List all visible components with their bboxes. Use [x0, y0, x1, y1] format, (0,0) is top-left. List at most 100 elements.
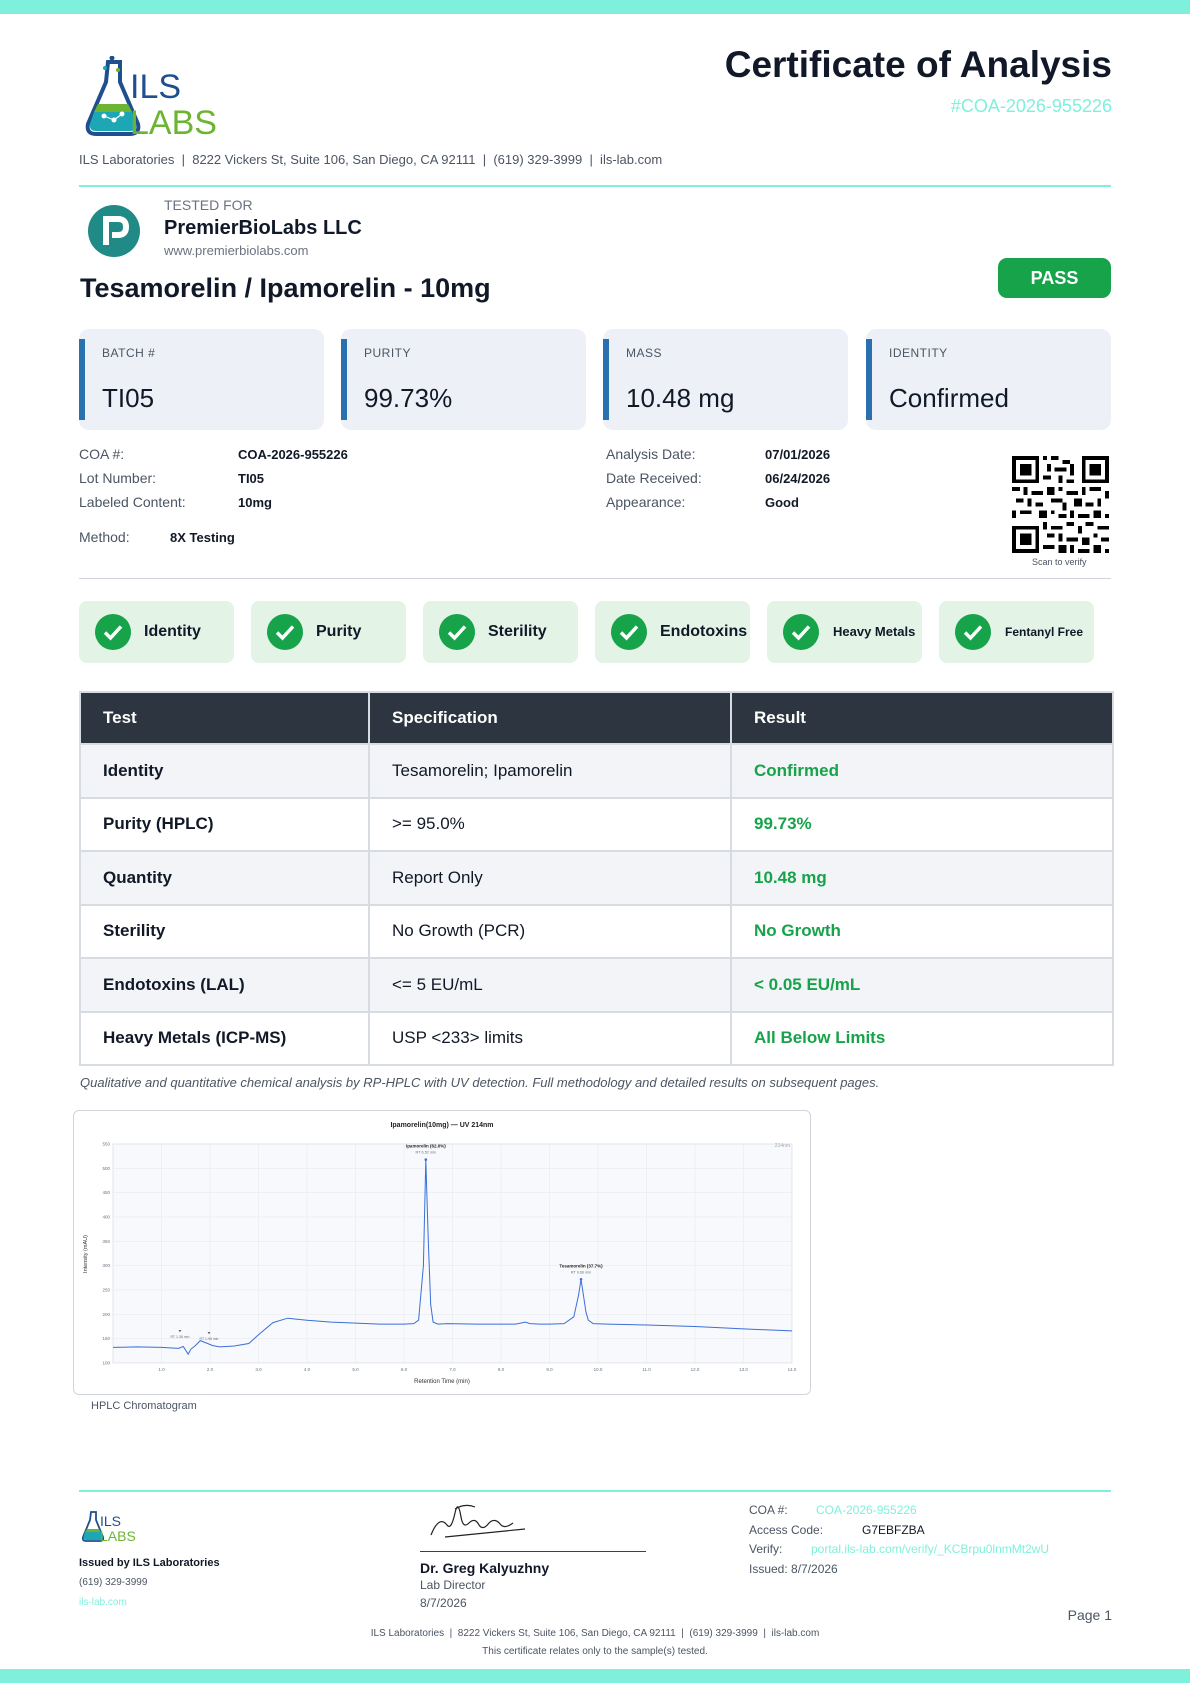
check-icon [95, 614, 131, 650]
results-table: Test Specification Result Identity Tesam… [79, 691, 1114, 1066]
test-specification: USP <233> limits [368, 1010, 732, 1066]
x-tick-label: 10.0 [594, 1367, 603, 1372]
verify-label: Verify: [749, 1542, 783, 1556]
test-result: All Below Limits [730, 1010, 1114, 1066]
issued-date: Issued: 8/7/2026 [749, 1562, 838, 1576]
table-row: Identity Tesamorelin; Ipamorelin Confirm… [79, 743, 1114, 799]
card-value: TI05 [102, 383, 155, 413]
table-header-row: Test Specification Result [79, 691, 1114, 745]
footer-address: ILS Laboratories | 8222 Vickers St, Suit… [370, 1628, 820, 1639]
check-icon [267, 614, 303, 650]
table-row: Quantity Report Only 10.48 mg [79, 850, 1114, 906]
peak-label: Ipamorelin (62.0%) [406, 1144, 446, 1149]
column-header-result: Result [730, 691, 1114, 745]
test-specification: <= 5 EU/mL [368, 957, 732, 1013]
column-header-specification: Specification [368, 691, 732, 745]
column-header-test: Test [79, 691, 370, 745]
test-result: 99.73% [730, 796, 1114, 852]
appearance-label: Appearance: [606, 494, 686, 510]
y-tick-label: 400 [102, 1215, 110, 1220]
check-icon [439, 614, 475, 650]
test-result: 10.48 mg [730, 850, 1114, 906]
qr-code[interactable] [1012, 456, 1109, 553]
bottom-accent-bar [0, 1669, 1190, 1683]
x-tick-label: 5.0 [352, 1367, 359, 1372]
badge-purity: Purity [251, 601, 406, 663]
test-specification: Report Only [368, 850, 732, 906]
card-accent [866, 339, 872, 420]
test-name: Heavy Metals (ICP-MS) [79, 1010, 370, 1066]
header-divider [79, 185, 1111, 187]
footer-logo-text-labs: LABS [100, 1528, 136, 1544]
test-name: Endotoxins (LAL) [79, 957, 370, 1013]
analysis-date-label: Analysis Date: [606, 446, 696, 462]
lot-number-label: Lot Number: [79, 470, 157, 486]
badge-heavy-metals: Heavy Metals [767, 601, 922, 663]
card-value: 99.73% [364, 383, 453, 413]
top-accent-bar [0, 0, 1190, 14]
verify-link[interactable]: portal.ils-lab.com/verify/_KCBrpu0lnmMt2… [811, 1542, 1049, 1556]
issued-by: Issued by ILS Laboratories [79, 1557, 220, 1569]
signature [425, 1495, 535, 1545]
client-name: PremierBioLabs LLC [164, 217, 362, 239]
document-title: Certificate of Analysis [724, 44, 1112, 85]
x-tick-label: 4.0 [304, 1367, 311, 1372]
footer-phone: (619) 329-3999 [79, 1577, 148, 1588]
client-logo [88, 205, 140, 257]
test-specification: No Growth (PCR) [368, 903, 732, 959]
card-label: IDENTITY [889, 346, 948, 360]
pass-badge: PASS [998, 258, 1111, 298]
footer-logo-text-ils: ILS [100, 1513, 121, 1529]
page-number: Page 1 [1067, 1607, 1112, 1623]
x-tick-label: 12.0 [691, 1367, 700, 1372]
test-result: No Growth [730, 903, 1114, 959]
test-specification: >= 95.0% [368, 796, 732, 852]
signer-date: 8/7/2026 [420, 1596, 467, 1610]
chart-y-axis-label: Intensity (mAU) [83, 1235, 89, 1273]
access-code-value: G7EBFZBA [862, 1523, 925, 1537]
peak-marker [579, 1277, 583, 1281]
logo-text-labs: LABS [130, 104, 217, 140]
chromatogram-svg: Ipamorelin(10mg) — UV 214nm 214nm Retent… [83, 1122, 797, 1385]
table-row: Endotoxins (LAL) <= 5 EU/mL < 0.05 EU/mL [79, 957, 1114, 1013]
access-code-label: Access Code: [749, 1523, 824, 1537]
footer-divider [79, 1490, 1111, 1492]
coa-number-label: COA #: [79, 446, 125, 462]
footer-coa-label: COA #: [749, 1503, 788, 1517]
test-specification: Tesamorelin; Ipamorelin [368, 743, 732, 799]
labeled-content-value: 10mg [238, 495, 272, 510]
footer-logo: ILS LABS [79, 1510, 149, 1544]
peak-rt-label: RT 9.66 min [571, 1270, 592, 1274]
badge-label: Sterility [488, 623, 547, 640]
signer-role: Lab Director [420, 1578, 486, 1592]
test-name: Sterility [79, 903, 370, 959]
method-label: Method: [79, 529, 130, 545]
footer-coa-value: COA-2026-955226 [816, 1503, 917, 1517]
peak-rt-label: RT 6.52 min [416, 1151, 437, 1155]
card-accent [79, 339, 85, 420]
stat-card-batch: BATCH # TI05 [79, 329, 324, 430]
logo-text-ils: ILS [130, 68, 181, 106]
x-tick-label: 2.0 [207, 1367, 214, 1372]
y-tick-label: 250 [102, 1288, 110, 1293]
scan-to-verify-label: Scan to verify [1032, 557, 1087, 567]
y-tick-label: 450 [102, 1190, 110, 1195]
card-accent [603, 339, 609, 420]
test-result: Confirmed [730, 743, 1114, 799]
test-name: Quantity [79, 850, 370, 906]
y-tick-label: 500 [102, 1166, 110, 1171]
y-tick-label: 350 [102, 1239, 110, 1244]
ils-labs-logo: ILS LABS [78, 55, 250, 142]
chromatogram-caption: HPLC Chromatogram [91, 1400, 197, 1412]
table-row: Purity (HPLC) >= 95.0% 99.73% [79, 796, 1114, 852]
card-label: PURITY [364, 346, 412, 360]
table-row: Sterility No Growth (PCR) No Growth [79, 903, 1114, 959]
card-label: BATCH # [102, 346, 156, 360]
test-result: < 0.05 EU/mL [730, 957, 1114, 1013]
lot-number-value: TI05 [238, 471, 265, 486]
chart-x-axis-label: Retention Time (min) [414, 1379, 470, 1385]
y-tick-label: 150 [102, 1336, 110, 1341]
footer-website[interactable]: ils-lab.com [79, 1597, 127, 1608]
x-tick-label: 8.0 [498, 1367, 505, 1372]
x-tick-label: 9.0 [546, 1367, 553, 1372]
